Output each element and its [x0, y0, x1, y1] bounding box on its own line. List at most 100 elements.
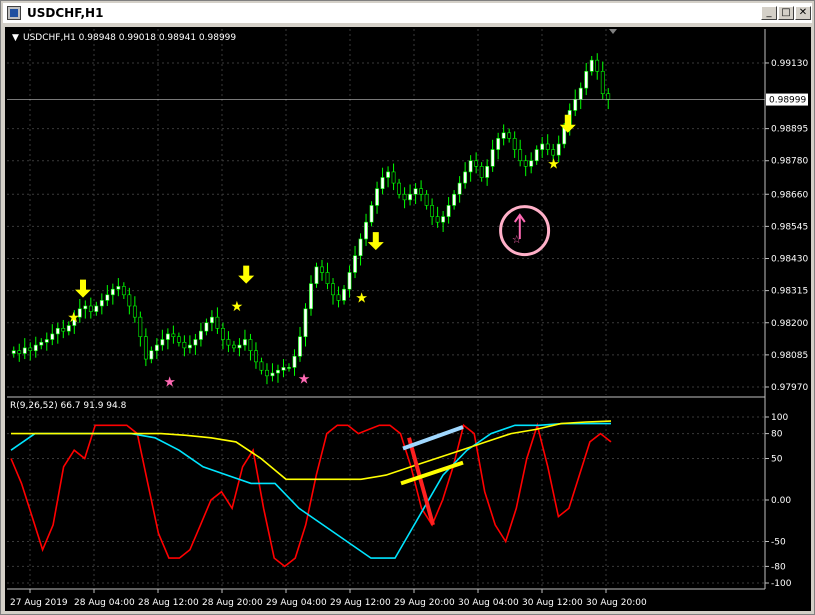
candle-body [501, 132, 506, 139]
candle-body [83, 305, 88, 310]
osc-tick-label: 0.00 [771, 496, 791, 506]
candle-body [375, 188, 379, 206]
candle-body [496, 138, 501, 150]
price-tick-label: 0.99130 [771, 59, 808, 69]
price-tick-label: 0.98085 [771, 351, 808, 361]
candle-body [303, 308, 308, 338]
candle-body [347, 272, 352, 290]
candle-body [22, 347, 27, 354]
chart-window-icon [7, 6, 21, 20]
candle-body [490, 149, 495, 167]
price-panel-label: USDCHF,H1 0.98948 0.99018 0.98941 0.9899… [23, 33, 236, 43]
candle-body [298, 336, 302, 357]
osc-tick-label: -80 [771, 562, 786, 572]
candle-body [171, 333, 176, 338]
candle-body [66, 325, 71, 332]
candle-body [11, 350, 16, 354]
oscillator-series-line [10, 422, 611, 559]
candle-body [132, 305, 137, 318]
oscillator-panel-label: R(9,26,52) 66.7 91.9 94.8 [10, 401, 127, 411]
candle-body [105, 294, 110, 301]
candle-body [232, 344, 236, 349]
trend-drawings[interactable] [400, 425, 464, 526]
candle-body [457, 182, 462, 195]
osc-tick-label: -100 [771, 579, 792, 589]
candle-body [143, 336, 148, 360]
candle-body [154, 344, 159, 351]
title-bar[interactable]: USDCHF,H1 _ □ ✕ [3, 3, 812, 23]
close-button[interactable]: ✕ [795, 6, 811, 20]
candle-body [292, 355, 297, 368]
price-tick-label: 0.98660 [771, 190, 808, 200]
minimize-button[interactable]: _ [761, 6, 777, 20]
price-tick-label: 0.98200 [771, 319, 808, 329]
candle-body [430, 205, 435, 217]
candle-body [121, 286, 126, 296]
down-arrow-icon [238, 265, 255, 284]
osc-tick-label: -50 [771, 538, 786, 548]
time-tick-label: 30 Aug 04:00 [458, 598, 519, 608]
candle-body [28, 347, 33, 351]
candle-body [243, 339, 247, 346]
candle-body [210, 316, 214, 324]
chart-annotations: ★ ★ ★ ★ ★ ★ ☆ [67, 114, 576, 390]
price-tick-label: 0.98780 [771, 157, 808, 167]
candle-body [33, 344, 38, 351]
candle-body [61, 328, 66, 332]
oscillator-lines [10, 420, 612, 568]
current-price-label: 0.98999 [769, 96, 806, 106]
candle-body [99, 300, 104, 307]
candles [7, 53, 765, 385]
candle-body [226, 339, 231, 346]
candle-body [463, 171, 468, 184]
candle-body [270, 372, 275, 377]
candle-body [17, 350, 22, 354]
time-tick-label: 28 Aug 12:00 [138, 598, 199, 608]
chart-canvas[interactable]: ★ ★ ★ ★ ★ ★ ☆ 0.99130 0.98895 0.98780 0.98660 0.98… [5, 27, 811, 611]
candle-body [265, 369, 269, 377]
candle-body [606, 93, 611, 100]
candle-body [397, 182, 401, 195]
time-tick-label: 28 Aug 04:00 [74, 598, 135, 608]
star-icon: ★ [67, 310, 80, 326]
star-icon: ★ [231, 299, 244, 315]
chart-window: USDCHF,H1 _ □ ✕ ★ ★ ★ ★ ★ ★ ☆ 0.99130 0.98895 0.… [0, 0, 815, 615]
candle-body [116, 286, 121, 290]
candle-body [309, 283, 313, 310]
candle-body [446, 205, 451, 217]
symbol-menu-icon[interactable]: ▼ [12, 33, 19, 43]
candle-body [160, 339, 165, 346]
chart-area[interactable]: ★ ★ ★ ★ ★ ★ ☆ 0.99130 0.98895 0.98780 0.98660 0.98… [5, 27, 811, 611]
candle-body [600, 71, 605, 94]
candle-body [408, 193, 412, 201]
candle-body [287, 367, 291, 369]
candle-body [369, 205, 374, 223]
candle-body [435, 216, 440, 223]
candle-body [479, 166, 484, 178]
candle-body [50, 333, 55, 340]
candle-body [380, 177, 385, 189]
candle-body [584, 71, 589, 89]
candle-body [248, 339, 253, 351]
candle-body [441, 216, 446, 223]
candle-body [221, 328, 225, 340]
candle-body [199, 330, 203, 340]
candle-body [358, 238, 363, 257]
time-tick-label: 29 Aug 20:00 [394, 598, 455, 608]
candle-body [44, 339, 49, 343]
candle-body [402, 193, 407, 201]
candle-body [523, 160, 528, 167]
price-tick-label: 0.97970 [771, 383, 808, 393]
candle-body [193, 339, 198, 346]
candle-body [237, 344, 242, 349]
candle-body [204, 322, 209, 332]
price-tick-label: 0.98315 [771, 287, 808, 297]
maximize-button[interactable]: □ [778, 6, 794, 20]
candle-body [215, 316, 220, 329]
shift-marker-icon[interactable] [609, 29, 617, 34]
time-tick-label: 29 Aug 04:00 [266, 598, 327, 608]
time-tick-label: 30 Aug 20:00 [586, 598, 647, 608]
candle-body [573, 98, 578, 111]
down-arrow-icon [367, 232, 384, 251]
candle-body [391, 171, 396, 184]
